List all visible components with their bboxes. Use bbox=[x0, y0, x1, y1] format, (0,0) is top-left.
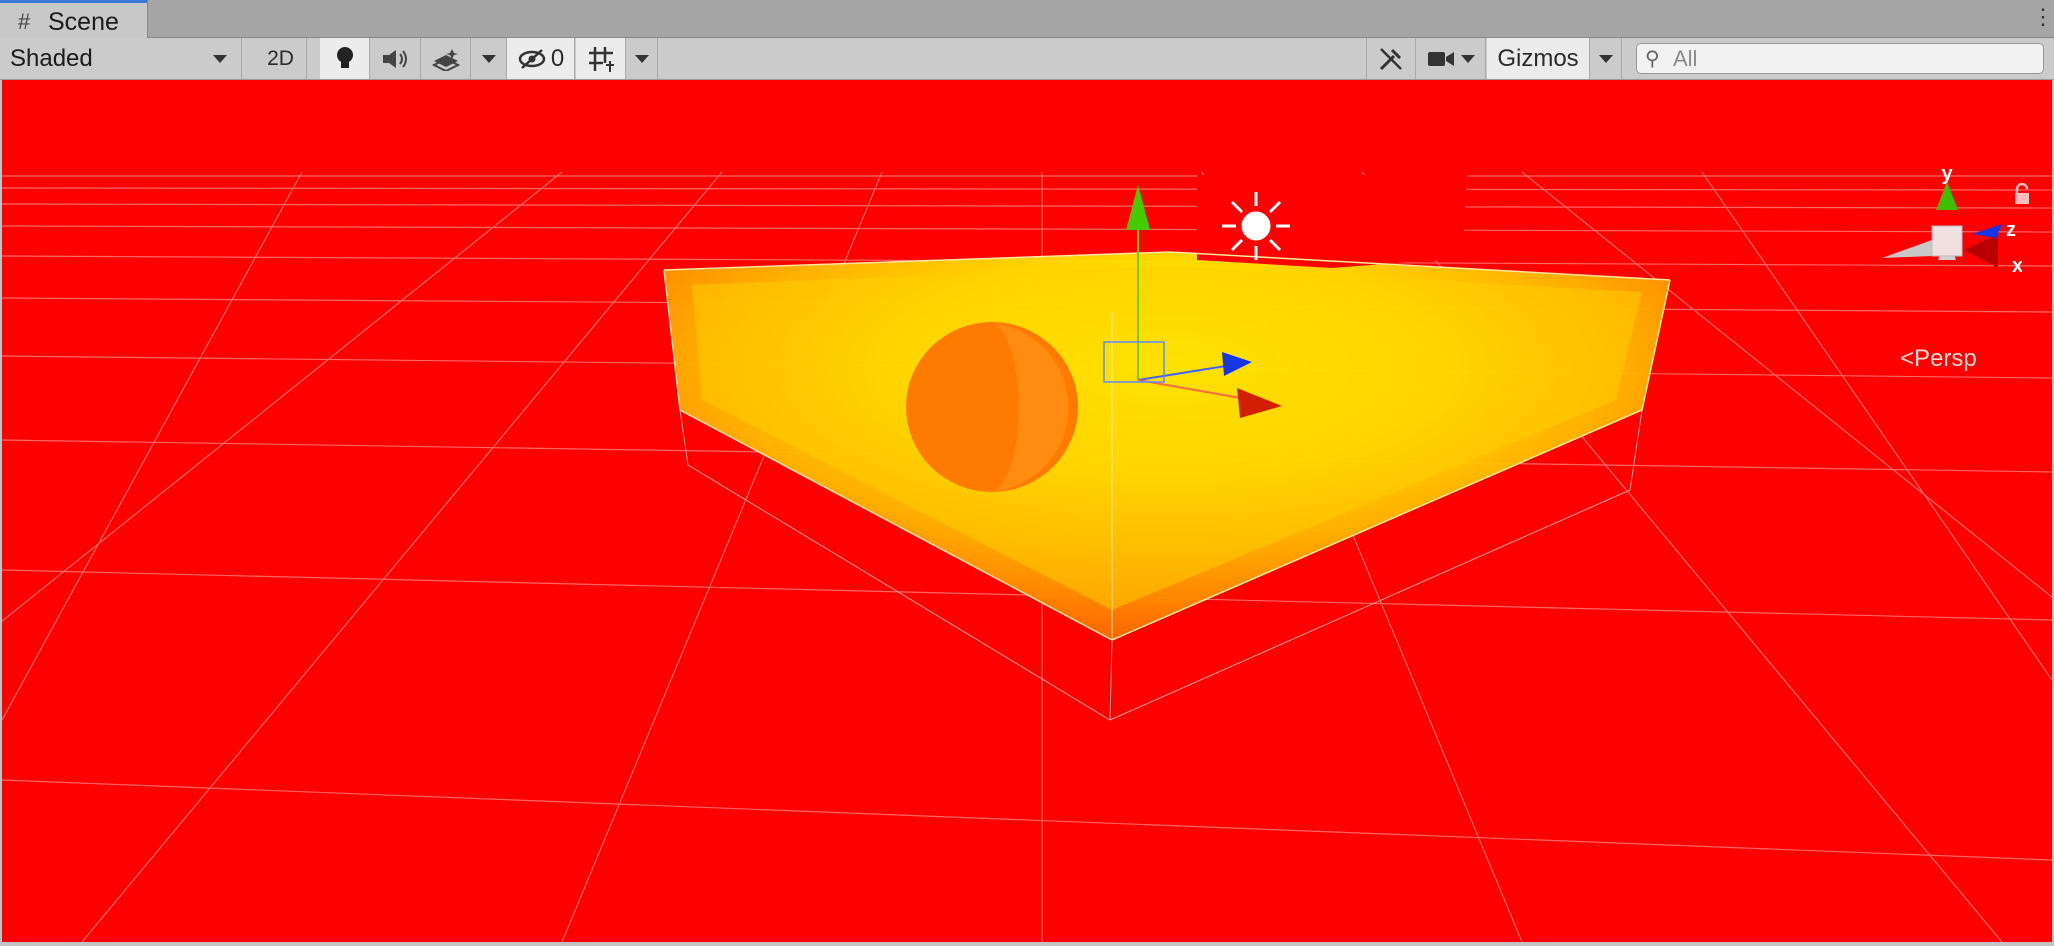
2d-toggle-button[interactable]: 2D bbox=[255, 38, 307, 79]
scene-visibility-toggle[interactable]: 0 bbox=[507, 38, 575, 79]
scene-view-canvas bbox=[2, 171, 2052, 942]
grid-toggle-button[interactable] bbox=[576, 38, 626, 79]
gizmos-dropdown-button[interactable] bbox=[1590, 38, 1622, 79]
scene-search-field[interactable]: ⚲ bbox=[1636, 43, 2044, 74]
orientation-gizmo[interactable]: y z x bbox=[1872, 168, 2022, 318]
gizmos-toggle-button[interactable]: Gizmos bbox=[1487, 38, 1590, 79]
light-sun-icon bbox=[1222, 192, 1290, 260]
effects-layers-icon bbox=[431, 48, 460, 71]
camera-icon bbox=[1427, 51, 1454, 66]
scene-toolbar: Shaded 2D 0 Gizmos ⚲ All bbox=[0, 38, 2054, 80]
projection-label: Persp bbox=[1914, 345, 1977, 372]
grid-dropdown-button[interactable] bbox=[626, 38, 658, 79]
axis-y-cone[interactable] bbox=[1936, 182, 1958, 210]
lock-icon[interactable] bbox=[2012, 183, 2032, 205]
eye-hidden-icon bbox=[518, 48, 546, 69]
camera-settings-button[interactable] bbox=[1416, 38, 1486, 79]
axis-y-label: y bbox=[1941, 168, 1953, 185]
tools-button[interactable] bbox=[1366, 38, 1416, 79]
chevron-down-icon bbox=[634, 54, 649, 63]
speaker-icon bbox=[383, 49, 407, 68]
projection-toggle[interactable]: <Persp bbox=[1900, 345, 1977, 373]
search-input[interactable] bbox=[1671, 46, 2035, 72]
chevron-down-icon bbox=[481, 54, 496, 63]
volume-box bbox=[663, 175, 1671, 721]
axis-x-cone[interactable] bbox=[1964, 234, 1998, 268]
tab-scene-label: Scene bbox=[48, 8, 119, 36]
grid-icon bbox=[588, 46, 614, 72]
scene-viewport[interactable]: y z x <Persp bbox=[2, 80, 2052, 942]
chevron-left-icon: < bbox=[1900, 345, 1915, 372]
shading-mode-label: Shaded bbox=[10, 45, 93, 72]
chevron-down-icon bbox=[213, 55, 227, 63]
sphere-object bbox=[906, 322, 1078, 492]
axis-z-label: z bbox=[2006, 219, 2016, 241]
gizmo-center-cube[interactable] bbox=[1931, 225, 1963, 257]
chevron-down-icon bbox=[1598, 54, 1613, 63]
shading-mode-dropdown[interactable]: Shaded bbox=[0, 38, 242, 79]
lighting-toggle-button[interactable] bbox=[320, 38, 370, 79]
tools-icon bbox=[1379, 47, 1402, 70]
grid-hash-icon: # bbox=[18, 9, 31, 34]
chevron-down-icon bbox=[1460, 54, 1475, 63]
search-icon: ⚲ bbox=[1645, 48, 1660, 70]
effects-dropdown-button[interactable] bbox=[471, 38, 507, 79]
tab-bar: # Scene ⋮ bbox=[0, 0, 2054, 38]
axis-x-label: x bbox=[2012, 255, 2022, 277]
lightbulb-icon bbox=[336, 46, 353, 68]
audio-toggle-button[interactable] bbox=[370, 38, 421, 79]
hidden-objects-count: 0 bbox=[550, 44, 565, 72]
tab-scene[interactable]: # Scene bbox=[0, 0, 148, 38]
2d-toggle-label: 2D bbox=[267, 46, 294, 70]
gizmos-label: Gizmos bbox=[1497, 44, 1579, 72]
effects-toggle-button[interactable] bbox=[421, 38, 471, 79]
more-options-icon[interactable]: ⋮ bbox=[2032, 4, 2054, 32]
